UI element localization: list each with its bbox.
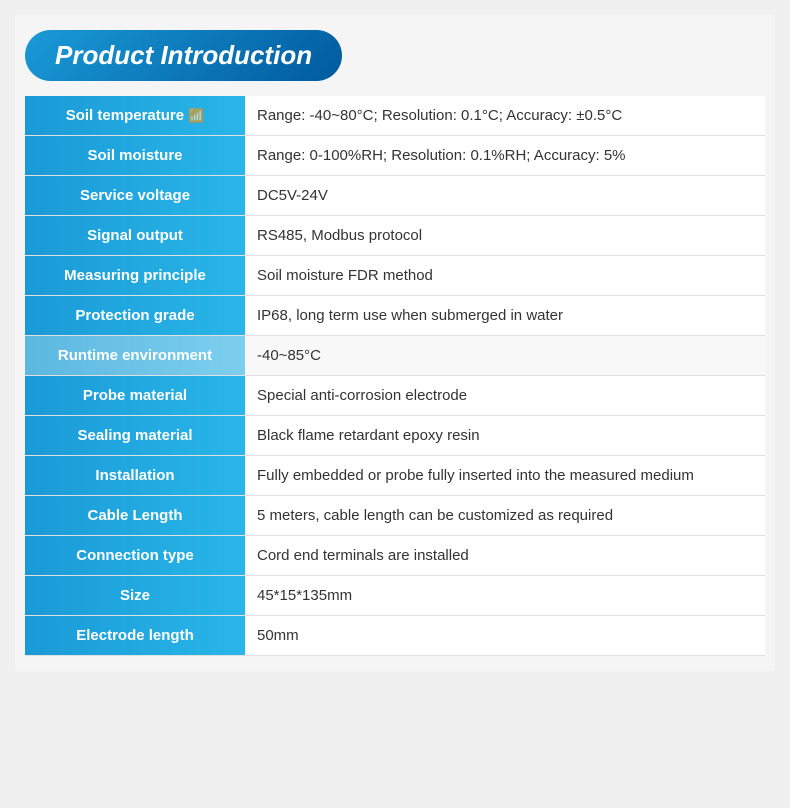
- table-row: Measuring principleSoil moisture FDR met…: [25, 256, 765, 296]
- title-container: Product Introduction: [25, 30, 765, 81]
- table-row: Electrode length50mm: [25, 616, 765, 656]
- spec-label: Cable Length: [25, 496, 245, 536]
- spec-value: Fully embedded or probe fully inserted i…: [245, 456, 765, 496]
- page-title: Product Introduction: [55, 40, 312, 70]
- spec-value: -40~85°C: [245, 336, 765, 376]
- table-row: Soil moistureRange: 0-100%RH; Resolution…: [25, 136, 765, 176]
- spec-value: 50mm: [245, 616, 765, 656]
- spec-value: Range: -40~80°C; Resolution: 0.1°C; Accu…: [245, 96, 765, 136]
- spec-value: DC5V-24V: [245, 176, 765, 216]
- table-row: Soil temperature 📶Range: -40~80°C; Resol…: [25, 96, 765, 136]
- table-row: Probe materialSpecial anti-corrosion ele…: [25, 376, 765, 416]
- title-badge: Product Introduction: [25, 30, 342, 81]
- wifi-icon: 📶: [188, 108, 204, 124]
- table-row: Connection typeCord end terminals are in…: [25, 536, 765, 576]
- spec-value: Cord end terminals are installed: [245, 536, 765, 576]
- spec-label: Runtime environment: [25, 336, 245, 376]
- spec-label: Soil temperature 📶: [25, 96, 245, 136]
- table-row: Size45*15*135mm: [25, 576, 765, 616]
- spec-label: Protection grade: [25, 296, 245, 336]
- spec-value: RS485, Modbus protocol: [245, 216, 765, 256]
- table-row: Sealing materialBlack flame retardant ep…: [25, 416, 765, 456]
- spec-label: Service voltage: [25, 176, 245, 216]
- spec-label: Measuring principle: [25, 256, 245, 296]
- spec-value: IP68, long term use when submerged in wa…: [245, 296, 765, 336]
- spec-label: Soil moisture: [25, 136, 245, 176]
- spec-value: Soil moisture FDR method: [245, 256, 765, 296]
- table-row: Runtime environment-40~85°C: [25, 336, 765, 376]
- spec-label: Electrode length: [25, 616, 245, 656]
- table-row: Cable Length5 meters, cable length can b…: [25, 496, 765, 536]
- spec-label: Size: [25, 576, 245, 616]
- spec-label: Sealing material: [25, 416, 245, 456]
- table-row: Service voltageDC5V-24V: [25, 176, 765, 216]
- spec-value: 5 meters, cable length can be customized…: [245, 496, 765, 536]
- spec-label: Installation: [25, 456, 245, 496]
- table-row: Signal outputRS485, Modbus protocol: [25, 216, 765, 256]
- page-container: Product Introduction NiuBoL NiuBoL NiuBo…: [15, 15, 775, 671]
- spec-label: Connection type: [25, 536, 245, 576]
- spec-value: Range: 0-100%RH; Resolution: 0.1%RH; Acc…: [245, 136, 765, 176]
- spec-value: Black flame retardant epoxy resin: [245, 416, 765, 456]
- spec-value: Special anti-corrosion electrode: [245, 376, 765, 416]
- table-row: InstallationFully embedded or probe full…: [25, 456, 765, 496]
- table-wrapper: NiuBoL NiuBoL NiuBoL Soil temperature 📶R…: [25, 96, 765, 656]
- spec-label: Signal output: [25, 216, 245, 256]
- table-row: Protection gradeIP68, long term use when…: [25, 296, 765, 336]
- spec-value: 45*15*135mm: [245, 576, 765, 616]
- spec-label: Probe material: [25, 376, 245, 416]
- spec-table: Soil temperature 📶Range: -40~80°C; Resol…: [25, 96, 765, 656]
